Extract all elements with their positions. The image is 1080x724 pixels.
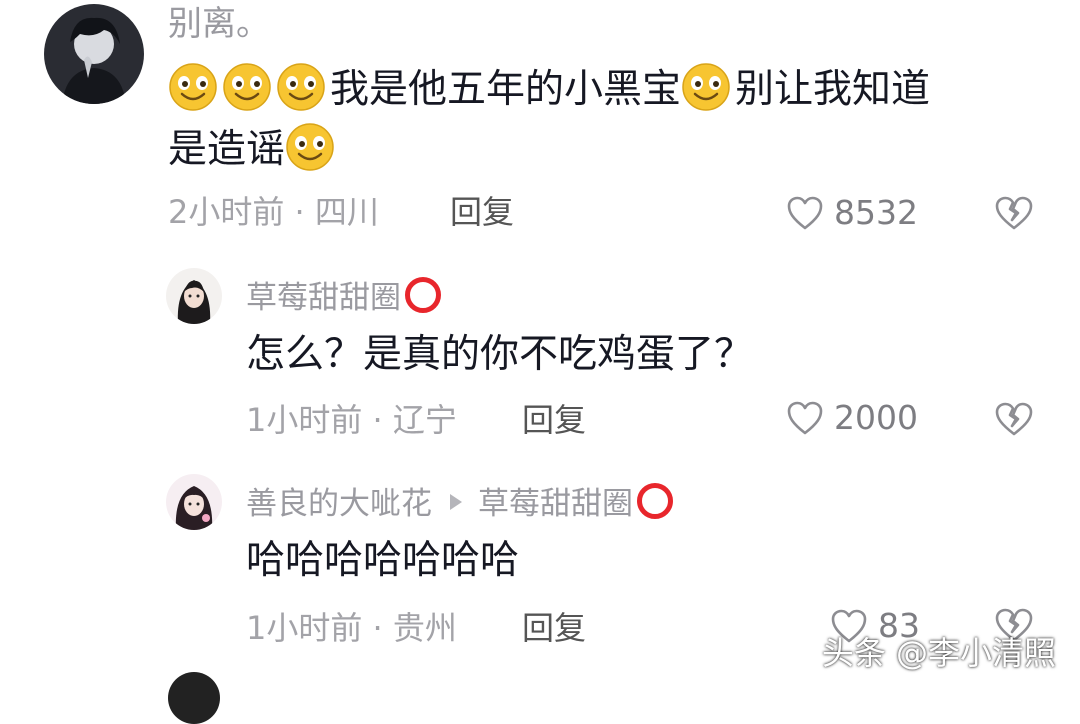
circle-badge-icon [637,483,673,519]
username-text: 草莓甜甜圈 [246,280,401,316]
comment-text-segment: 是造谣 [168,127,286,172]
reply-button[interactable]: 回复 [450,192,514,232]
location: 贵州 [392,609,457,647]
like-count: 8532 [834,193,918,232]
dislike-button[interactable] [994,400,1034,440]
comment-text-1-line-1: 我是他五年的小黑宝 别让我知道 [168,62,930,115]
timestamp: 1小时前 [246,401,363,439]
comment-text-1-line-2: 是造谣 [168,122,339,175]
comment-meta-2: 1小时前 · 辽宁 [246,400,457,440]
circle-badge-icon [405,277,441,313]
comment-text-2: 怎么？是真的你不吃鸡蛋了？ [246,332,754,377]
username-comment-3[interactable]: 善良的大呲花 草莓甜甜圈 [246,483,673,524]
avatar-comment-2[interactable] [166,268,222,324]
user-avatar-image [166,268,222,324]
grin-face-icon [285,122,335,172]
username-comment-2[interactable]: 草莓甜甜圈 [246,277,441,318]
broken-heart-icon [994,194,1034,232]
comment-text-segment: 我是他五年的小黑宝 [330,67,682,112]
reply-arrow-icon [450,494,462,510]
meta-separator: · [362,609,393,647]
meta-separator: · [362,401,393,439]
comment-text-segment: 别让我知道 [735,67,931,112]
dislike-button[interactable] [994,194,1034,234]
broken-heart-icon [994,400,1034,438]
grin-face-icon [681,62,731,112]
avatar-comment-1[interactable] [44,4,144,104]
like-button[interactable]: 8532 [786,191,918,235]
timestamp: 2小时前 [168,193,285,231]
comment-text-3: 哈哈哈哈哈哈哈 [246,538,520,583]
like-button[interactable]: 2000 [786,396,918,440]
heart-icon [786,400,824,436]
next-comment-avatar[interactable] [168,672,220,724]
avatar-comment-3[interactable] [166,474,222,530]
reply-button[interactable]: 回复 [522,608,586,648]
reply-button[interactable]: 回复 [522,400,586,440]
location: 四川 [314,193,379,231]
user-avatar-image [44,4,144,104]
watermark: 头条 @李小清照 [821,634,1056,672]
grin-face-icon [276,62,326,112]
username-comment-1[interactable]: 别离。 [168,4,270,44]
username-text: 善良的大呲花 [246,486,432,522]
grin-face-icon [222,62,272,112]
meta-separator: · [284,193,315,231]
comment-meta-1: 2小时前 · 四川 [168,192,379,232]
comment-meta-3: 1小时前 · 贵州 [246,608,457,648]
user-avatar-image [166,474,222,530]
timestamp: 1小时前 [246,609,363,647]
location: 辽宁 [392,401,457,439]
reply-to-username[interactable]: 草莓甜甜圈 [478,486,633,522]
grin-face-icon [168,62,218,112]
heart-icon [786,195,824,231]
like-count: 2000 [834,398,918,437]
